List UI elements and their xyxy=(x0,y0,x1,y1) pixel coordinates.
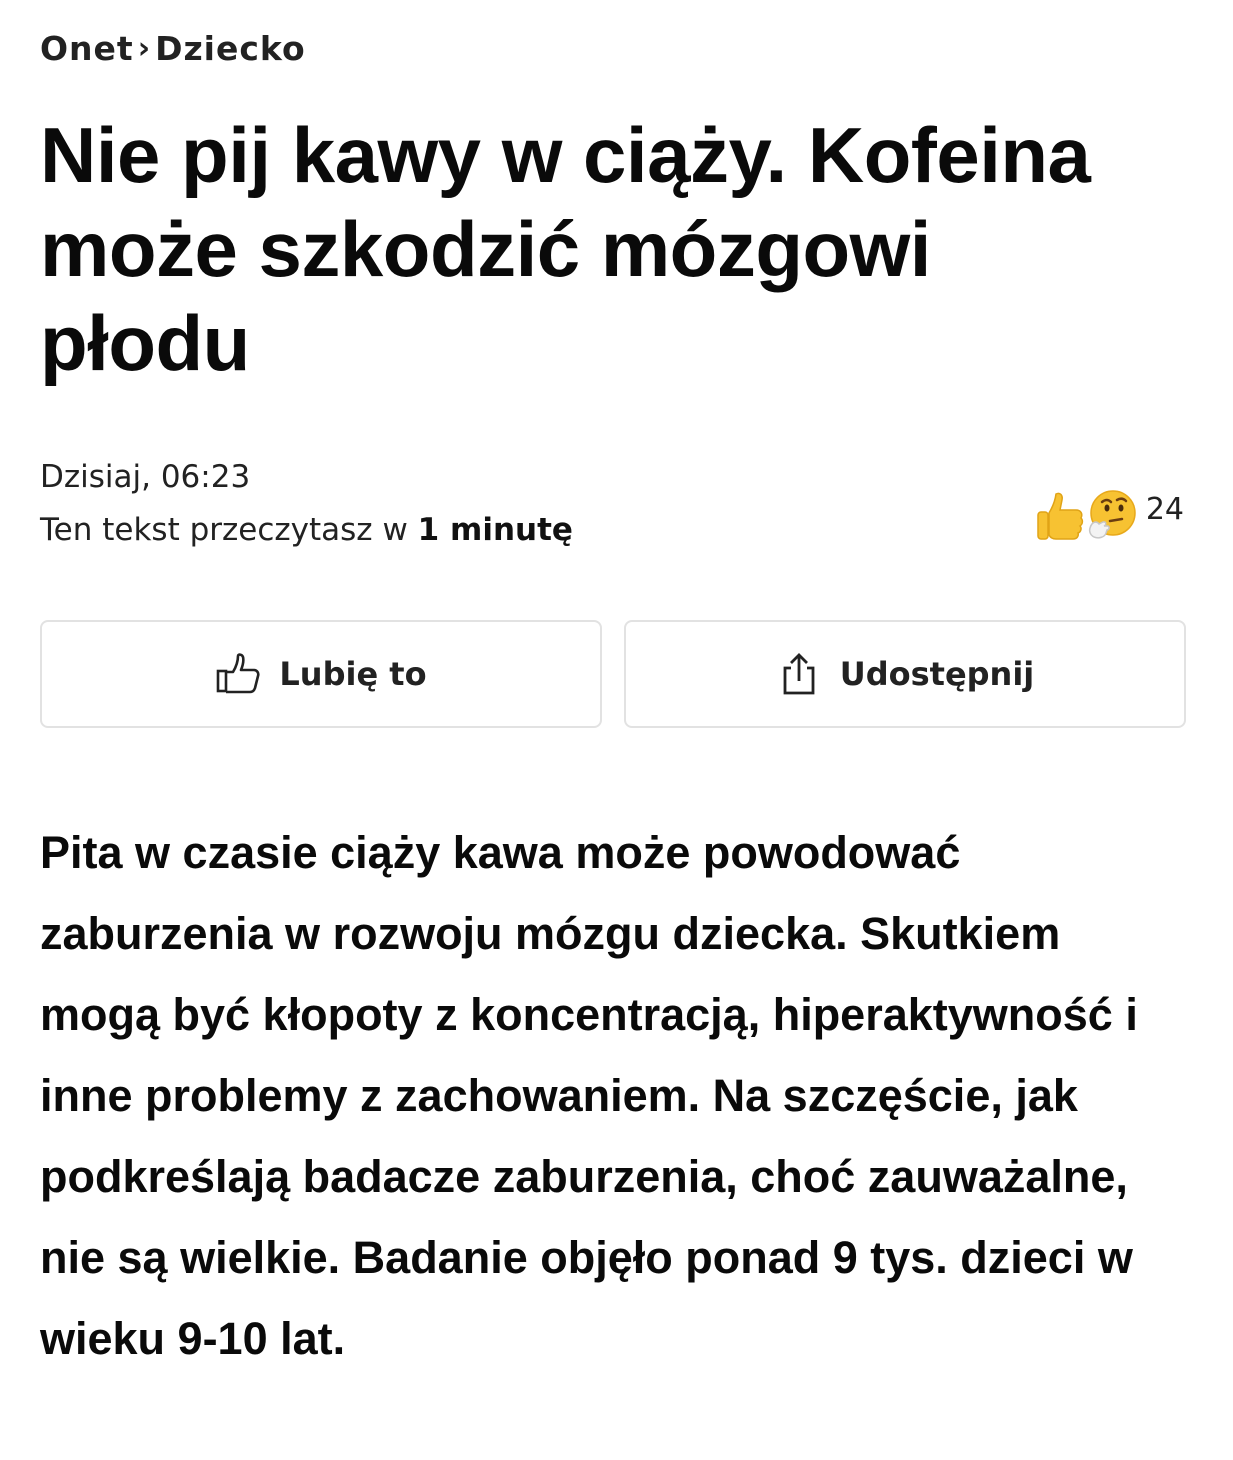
thumbs-up-emoji-icon xyxy=(1037,492,1083,540)
like-button[interactable]: Lubię to xyxy=(40,620,602,728)
read-time: Ten tekst przeczytasz w 1 minutę xyxy=(40,502,1186,558)
article-lead: Pita w czasie ciąży kawa może powodować … xyxy=(40,827,1138,1364)
reactions-count: 24 xyxy=(1145,491,1184,527)
thinking-face-emoji-icon xyxy=(1088,490,1136,539)
share-icon xyxy=(783,653,815,695)
article-title: Nie pij kawy w ciąży. Kofeina może szkod… xyxy=(40,111,1091,387)
breadcrumb-section-link[interactable]: Dziecko xyxy=(155,29,306,68)
breadcrumb: Onet › Dziecko xyxy=(40,24,1186,72)
like-button-label: Lubię to xyxy=(279,655,427,693)
publish-date: Dzisiaj, 06:23 xyxy=(40,459,251,495)
article-page: Onet › Dziecko Nie pij kawy w ciąży. Kof… xyxy=(40,24,1186,1424)
article-actions: Lubię to Udostępnij xyxy=(40,620,1186,728)
read-time-prefix: Ten tekst przeczytasz w xyxy=(40,512,418,548)
thumbs-up-outline-icon xyxy=(217,653,260,694)
breadcrumb-separator: › xyxy=(137,30,152,66)
read-time-value: 1 minutę xyxy=(417,512,573,548)
share-button-label: Udostępnij xyxy=(839,655,1035,693)
breadcrumb-home-link[interactable]: Onet xyxy=(40,29,134,68)
reactions-summary[interactable]: 24 xyxy=(1034,488,1184,542)
share-button[interactable]: Udostępnij xyxy=(624,620,1186,728)
article-meta: Dzisiaj, 06:23 Ten tekst przeczytasz w 1… xyxy=(40,452,1186,562)
